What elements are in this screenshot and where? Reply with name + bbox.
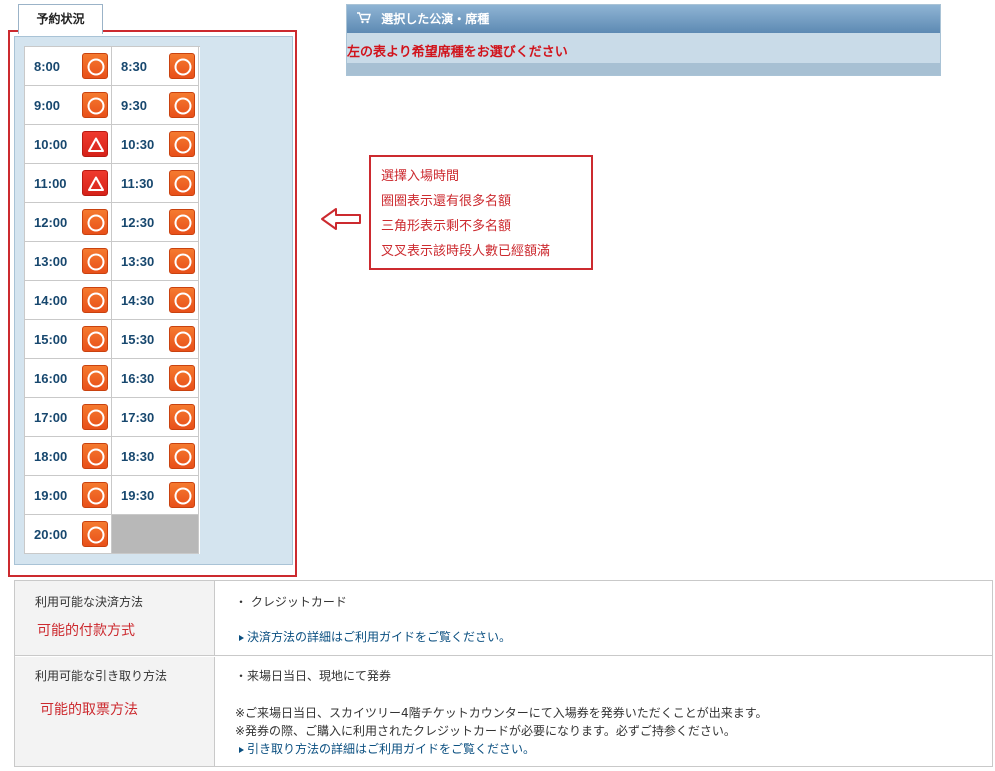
annotation-box: 選擇入場時間 圈圈表示還有很多名額 三角形表示剩不多名額 叉叉表示該時段人數已經… <box>369 155 593 270</box>
pickup-note: 可能的取票方法 <box>40 702 138 718</box>
pickup-row: 利用可能な引き取り方法 可能的取票方法 ・来場日当日、現地にて発券 ※ご来場日当… <box>15 657 992 766</box>
tab-label: 予約状況 <box>36 12 85 26</box>
annotation-line: 選擇入場時間 <box>381 169 460 184</box>
payment-guide-link-text: 決済方法の詳細はご利用ガイドをご覧ください。 <box>247 630 512 644</box>
selected-panel-title: 選択した公演・席種 <box>381 12 490 26</box>
pickup-label-cell: 利用可能な引き取り方法 可能的取票方法 <box>15 657 215 766</box>
reservation-status-tab[interactable]: 予約状況 <box>18 4 103 34</box>
payment-label-cell: 利用可能な決済方法 可能的付款方式 <box>15 581 215 655</box>
pickup-detail-2: ※発券の際、ご購入に利用されたクレジットカードが必要になります。必ずご持参くださ… <box>235 724 736 738</box>
select-seat-message: 左の表より希望席種をお選びください <box>347 45 568 60</box>
cart-icon <box>357 6 371 34</box>
pickup-value-cell: ・来場日当日、現地にて発券 ※ご来場日当日、スカイツリー4階チケットカウンターに… <box>215 657 992 766</box>
selected-performance-panel: 選択した公演・席種 左の表より希望席種をお選びください <box>346 4 941 76</box>
payment-value: ・ クレジットカード <box>235 595 347 609</box>
annotation-line: 叉叉表示該時段人數已經額滿 <box>381 244 551 259</box>
selected-panel-header: 選択した公演・席種 <box>347 5 940 33</box>
payment-note: 可能的付款方式 <box>37 623 135 639</box>
left-arrow-icon <box>320 207 362 235</box>
payment-guide-link[interactable]: 決済方法の詳細はご利用ガイドをご覧ください。 <box>239 628 511 645</box>
payment-label: 利用可能な決済方法 <box>35 595 144 609</box>
pickup-guide-link[interactable]: 引き取り方法の詳細はご利用ガイドをご覧ください。 <box>239 740 535 757</box>
pickup-label: 利用可能な引き取り方法 <box>35 669 168 683</box>
pickup-guide-link-text: 引き取り方法の詳細はご利用ガイドをご覧ください。 <box>247 742 536 756</box>
bullet-arrow-icon <box>239 746 244 753</box>
annotation-line: 圈圈表示還有很多名額 <box>381 194 512 209</box>
pickup-value: ・来場日当日、現地にて発券 <box>235 669 392 683</box>
payment-row: 利用可能な決済方法 可能的付款方式 ・ クレジットカード 決済方法の詳細はご利用… <box>15 581 992 656</box>
payment-value-cell: ・ クレジットカード 決済方法の詳細はご利用ガイドをご覧ください。 <box>215 581 992 655</box>
bullet-arrow-icon <box>239 634 244 641</box>
selected-panel-footer <box>347 63 940 75</box>
pickup-detail-1: ※ご来場日当日、スカイツリー4階チケットカウンターにて入場券を発券いただくことが… <box>235 706 768 720</box>
annotation-line: 三角形表示剩不多名額 <box>381 219 512 234</box>
highlight-frame <box>8 30 297 577</box>
info-table: 利用可能な決済方法 可能的付款方式 ・ クレジットカード 決済方法の詳細はご利用… <box>14 580 993 767</box>
